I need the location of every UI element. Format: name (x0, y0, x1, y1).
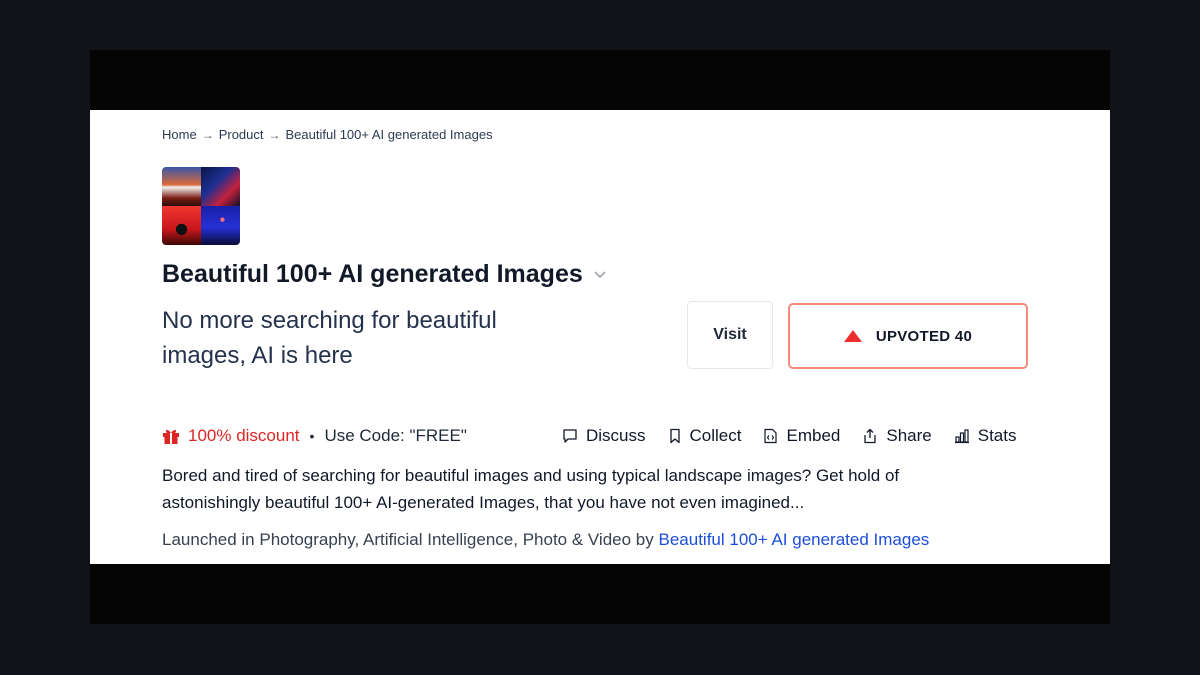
arrow-right-icon: → (268, 127, 281, 142)
share-icon (864, 428, 877, 444)
breadcrumb-product[interactable]: Product (219, 127, 264, 142)
share-label: Share (886, 426, 932, 445)
thumbnail-tile (162, 167, 201, 206)
product-title: Beautiful 100+ AI generated Images (162, 260, 583, 288)
launched-prefix: Launched in Photography, Artificial Inte… (162, 530, 654, 549)
action-bar: Discuss Collect Embed Share Stats (562, 426, 1016, 446)
chevron-down-icon[interactable] (593, 268, 607, 282)
title-row: Beautiful 100+ AI generated Images (162, 260, 607, 289)
upvote-button[interactable]: UPVOTED 40 (788, 303, 1028, 369)
thumbnail-tile (201, 206, 240, 245)
product-card: Home → Product → Beautiful 100+ AI gener… (90, 110, 1110, 564)
bar-chart-icon (954, 429, 969, 444)
embed-code-icon (764, 428, 778, 444)
breadcrumb: Home → Product → Beautiful 100+ AI gener… (162, 127, 493, 142)
upvote-label: UPVOTED 40 (875, 327, 973, 345)
promo-row: 100% discount • Use Code: "FREE" (162, 426, 467, 446)
visit-button[interactable]: Visit (687, 301, 773, 369)
bookmark-icon (669, 428, 680, 444)
maker-link[interactable]: Beautiful 100+ AI generated Images (659, 530, 930, 549)
thumbnail-tile (201, 167, 240, 206)
gift-icon (162, 427, 180, 445)
discuss-button[interactable]: Discuss (562, 426, 646, 446)
share-button[interactable]: Share (862, 426, 932, 446)
embed-button[interactable]: Embed (763, 426, 840, 446)
arrow-right-icon: → (201, 127, 214, 142)
embed-label: Embed (786, 426, 841, 445)
breadcrumb-current[interactable]: Beautiful 100+ AI generated Images (286, 127, 493, 142)
stats-label: Stats (977, 426, 1017, 445)
comment-icon (563, 429, 577, 443)
product-tagline: No more searching for beautiful images, … (162, 307, 497, 369)
launched-in-text: Launched in Photography, Artificial Inte… (162, 530, 929, 550)
thumbnail-tile (162, 206, 201, 245)
separator-dot: • (309, 428, 315, 444)
collect-label: Collect (689, 426, 742, 445)
discuss-label: Discuss (586, 426, 646, 445)
collect-button[interactable]: Collect (668, 426, 742, 446)
product-thumbnail (162, 167, 240, 245)
promo-code-text: Use Code: "FREE" (324, 426, 467, 445)
breadcrumb-home[interactable]: Home (162, 127, 197, 142)
discount-text: 100% discount (188, 426, 300, 445)
product-description: Bored and tired of searching for beautif… (162, 466, 900, 512)
upvote-triangle-icon (843, 330, 862, 342)
stats-button[interactable]: Stats (954, 426, 1017, 446)
